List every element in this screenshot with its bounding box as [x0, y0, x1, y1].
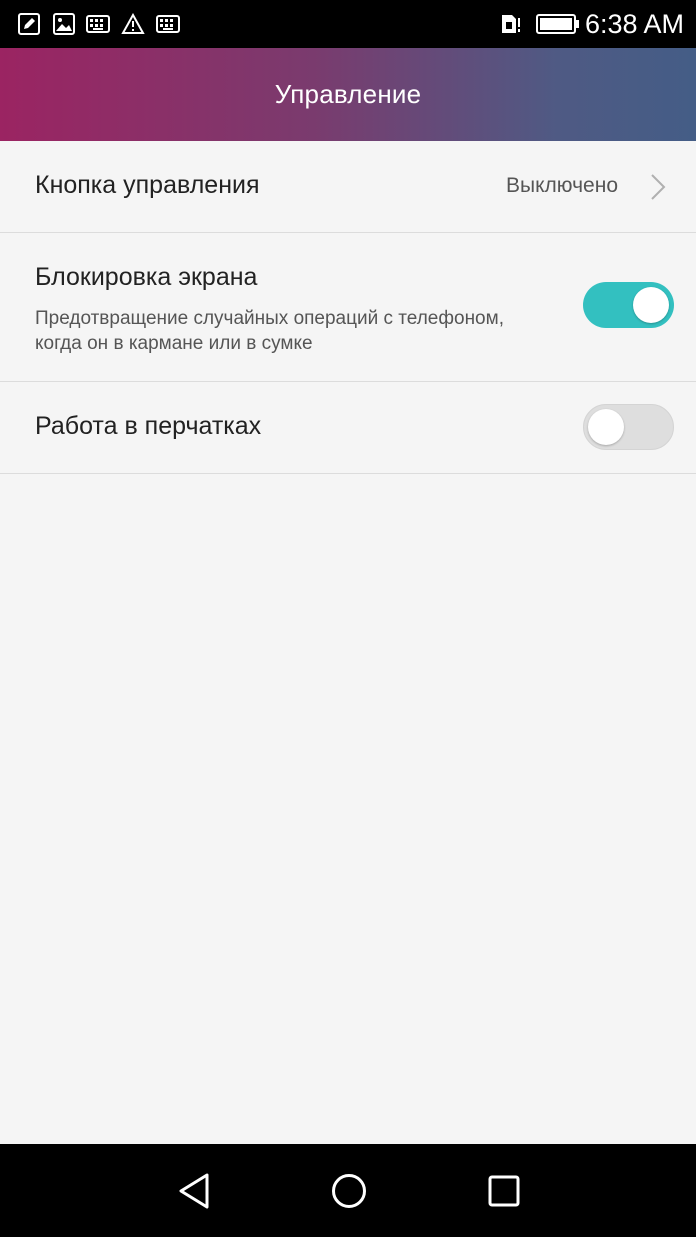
battery-icon — [536, 12, 580, 36]
screen-lock-title: Блокировка экрана — [35, 263, 258, 291]
app-header: Управление — [0, 48, 696, 141]
glove-mode-toggle[interactable] — [583, 404, 674, 450]
control-button-title: Кнопка управления — [35, 171, 260, 199]
control-button-row[interactable]: Кнопка управления Выключено — [0, 141, 696, 233]
keyboard-icon — [86, 12, 110, 36]
control-button-value: Выключено — [506, 174, 618, 197]
sim-alert-icon — [498, 12, 524, 36]
page-title: Управление — [274, 79, 422, 109]
warning-icon — [121, 12, 145, 36]
keyboard-icon — [156, 12, 180, 36]
screen-lock-row[interactable]: Блокировка экрана Предотвращение случайн… — [0, 233, 696, 382]
navigation-bar — [0, 1144, 696, 1237]
home-icon[interactable] — [329, 1171, 369, 1211]
toggle-knob — [633, 287, 669, 323]
screen-lock-subtitle: Предотвращение случайных операций с теле… — [35, 308, 504, 354]
settings-list: Кнопка управления Выключено Блокировка э… — [0, 141, 696, 474]
edit-icon — [17, 12, 41, 36]
screen-lock-toggle[interactable] — [583, 282, 674, 328]
recents-icon[interactable] — [484, 1171, 524, 1211]
status-bar: 6:38 AM — [0, 0, 696, 48]
back-icon[interactable] — [174, 1171, 214, 1211]
glove-mode-title: Работа в перчатках — [35, 412, 262, 440]
chevron-right-icon — [648, 173, 668, 201]
image-icon — [52, 12, 76, 36]
glove-mode-row[interactable]: Работа в перчатках — [0, 382, 696, 474]
status-time: 6:38 AM — [584, 9, 684, 39]
toggle-knob — [588, 409, 624, 445]
